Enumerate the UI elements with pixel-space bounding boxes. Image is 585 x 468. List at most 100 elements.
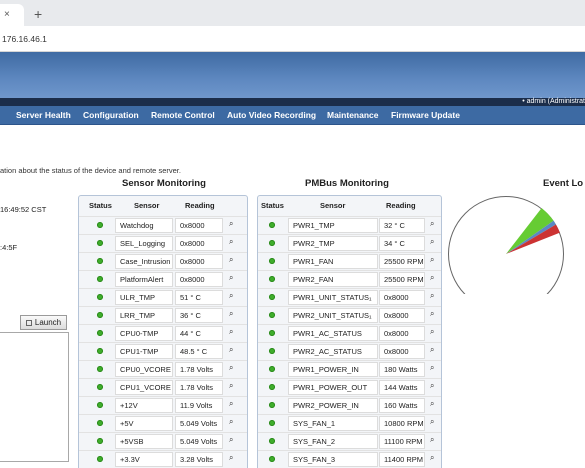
status-ok-icon bbox=[269, 258, 275, 264]
sensor-reading: 0x8000 bbox=[379, 326, 425, 341]
status-ok-icon bbox=[97, 240, 103, 246]
sensor-reading: 48.5 ° C bbox=[175, 344, 223, 359]
magnify-icon[interactable]: ⌕ bbox=[430, 291, 434, 301]
col-sensor: Sensor bbox=[320, 201, 346, 210]
sensor-reading: 180 Watts bbox=[379, 362, 425, 377]
magnify-icon[interactable]: ⌕ bbox=[430, 309, 434, 319]
sensor-name: +5V bbox=[115, 416, 173, 431]
sensor-reading: 1.78 Volts bbox=[175, 380, 223, 395]
magnify-icon[interactable]: ⌕ bbox=[229, 345, 233, 355]
magnify-icon[interactable]: ⌕ bbox=[430, 273, 434, 283]
sensor_panel-row: Watchdog 0x8000 ⌕ bbox=[79, 216, 247, 233]
sensor_panel-row: SEL_Logging 0x8000 ⌕ bbox=[79, 234, 247, 251]
magnify-icon[interactable]: ⌕ bbox=[430, 237, 434, 247]
magnify-icon[interactable]: ⌕ bbox=[430, 255, 434, 265]
url-text[interactable]: 176.16.46.1 bbox=[2, 34, 47, 44]
sensor_panel-row: CPU0-TMP 44 ° C ⌕ bbox=[79, 324, 247, 341]
magnify-icon[interactable]: ⌕ bbox=[430, 219, 434, 229]
event-log-title: Event Lo bbox=[543, 178, 584, 189]
sensor-name: PlatformAlert bbox=[115, 272, 173, 287]
magnify-icon[interactable]: ⌕ bbox=[229, 219, 233, 229]
magnify-icon[interactable]: ⌕ bbox=[430, 381, 434, 391]
menu-configuration[interactable]: Configuration bbox=[83, 110, 139, 120]
status-ok-icon bbox=[97, 438, 103, 444]
magnify-icon[interactable]: ⌕ bbox=[229, 309, 233, 319]
magnify-icon[interactable]: ⌕ bbox=[229, 435, 233, 445]
pmbus_panel-row: PWR2_FAN 25500 RPM ⌕ bbox=[258, 270, 441, 287]
sensor-reading: 51 ° C bbox=[175, 290, 223, 305]
sensor-name: PWR1_POWER_OUT bbox=[288, 380, 378, 395]
status-ok-icon bbox=[269, 276, 275, 282]
status-ok-icon bbox=[97, 366, 103, 372]
sensor_panel-row: +3.3V 3.28 Volts ⌕ bbox=[79, 450, 247, 467]
col-sensor: Sensor bbox=[134, 201, 160, 210]
status-ok-icon bbox=[97, 456, 103, 462]
pmbus-monitoring-panel: Status Sensor Reading PWR1_TMP 32 ° C ⌕ PWR… bbox=[257, 195, 442, 468]
magnify-icon[interactable]: ⌕ bbox=[430, 399, 434, 409]
close-tab-icon[interactable]: × bbox=[4, 9, 10, 20]
sensor-name: CPU1_VCORE bbox=[115, 380, 173, 395]
header-banner bbox=[0, 52, 585, 98]
col-reading: Reading bbox=[185, 201, 215, 210]
new-tab-icon[interactable]: + bbox=[34, 6, 42, 22]
menu-firmware-update[interactable]: Firmware Update bbox=[391, 110, 460, 120]
pmbus_panel-row: PWR1_POWER_OUT 144 Watts ⌕ bbox=[258, 378, 441, 395]
magnify-icon[interactable]: ⌕ bbox=[430, 327, 434, 337]
magnify-icon[interactable]: ⌕ bbox=[229, 291, 233, 301]
col-status: Status bbox=[261, 201, 284, 210]
sensor-name: +12V bbox=[115, 398, 173, 413]
sensor-reading: 0x8000 bbox=[175, 272, 223, 287]
status-ok-icon bbox=[97, 222, 103, 228]
sensor-reading: 3.28 Volts bbox=[175, 452, 223, 467]
launch-button[interactable]: Launch bbox=[20, 315, 67, 330]
sensor-name: PWR1_POWER_IN bbox=[288, 362, 378, 377]
magnify-icon[interactable]: ⌕ bbox=[229, 363, 233, 373]
magnify-icon[interactable]: ⌕ bbox=[430, 363, 434, 373]
sensor-name: PWR2_POWER_IN bbox=[288, 398, 378, 413]
status-ok-icon bbox=[97, 330, 103, 336]
pmbus_panel-row: PWR1_POWER_IN 180 Watts ⌕ bbox=[258, 360, 441, 377]
sensor-reading: 10800 RPM bbox=[379, 416, 425, 431]
sensor-reading: 11400 RPM bbox=[379, 452, 425, 467]
pmbus_panel-row: PWR2_TMP 34 ° C ⌕ bbox=[258, 234, 441, 251]
magnify-icon[interactable]: ⌕ bbox=[229, 381, 233, 391]
address-bar[interactable]: 176.16.46.1 bbox=[0, 26, 585, 52]
sensor-reading: 44 ° C bbox=[175, 326, 223, 341]
status-ok-icon bbox=[97, 402, 103, 408]
menu-server-health[interactable]: Server Health bbox=[16, 110, 71, 120]
sensor-reading: 160 Watts bbox=[379, 398, 425, 413]
magnify-icon[interactable]: ⌕ bbox=[229, 399, 233, 409]
sensor-name: +3.3V bbox=[115, 452, 173, 467]
magnify-icon[interactable]: ⌕ bbox=[430, 345, 434, 355]
magnify-icon[interactable]: ⌕ bbox=[430, 417, 434, 427]
magnify-icon[interactable]: ⌕ bbox=[229, 237, 233, 247]
magnify-icon[interactable]: ⌕ bbox=[229, 255, 233, 265]
pmbus_panel-row: PWR1_AC_STATUS 0x8000 ⌕ bbox=[258, 324, 441, 341]
magnify-icon[interactable]: ⌕ bbox=[430, 453, 434, 463]
magnify-icon[interactable]: ⌕ bbox=[229, 273, 233, 283]
console-preview bbox=[0, 332, 69, 462]
magnify-icon[interactable]: ⌕ bbox=[229, 453, 233, 463]
magnify-icon[interactable]: ⌕ bbox=[229, 417, 233, 427]
status-ok-icon bbox=[269, 438, 275, 444]
sensor-reading: 0x8000 bbox=[379, 290, 425, 305]
sensor-reading: 5.049 Volts bbox=[175, 434, 223, 449]
sensor-reading: 144 Watts bbox=[379, 380, 425, 395]
col-status: Status bbox=[89, 201, 112, 210]
magnify-icon[interactable]: ⌕ bbox=[229, 327, 233, 337]
main-menu: Server Health Configuration Remote Contr… bbox=[0, 106, 585, 125]
status-ok-icon bbox=[269, 294, 275, 300]
sensor-name: SYS_FAN_1 bbox=[288, 416, 378, 431]
sensor-name: Case_Intrusion bbox=[115, 254, 173, 269]
menu-auto-video-recording[interactable]: Auto Video Recording bbox=[227, 110, 316, 120]
sensor-name: ULR_TMP bbox=[115, 290, 173, 305]
console-icon bbox=[25, 320, 32, 326]
status-ok-icon bbox=[269, 456, 275, 462]
menu-remote-control[interactable]: Remote Control bbox=[151, 110, 215, 120]
menu-maintenance[interactable]: Maintenance bbox=[327, 110, 379, 120]
magnify-icon[interactable]: ⌕ bbox=[430, 435, 434, 445]
browser-tab[interactable]: × bbox=[0, 4, 24, 26]
sensor_panel-row: +12V 11.9 Volts ⌕ bbox=[79, 396, 247, 413]
sensor-reading: 32 ° C bbox=[379, 218, 425, 233]
pmbus_panel-row: SYS_FAN_3 11400 RPM ⌕ bbox=[258, 450, 441, 467]
